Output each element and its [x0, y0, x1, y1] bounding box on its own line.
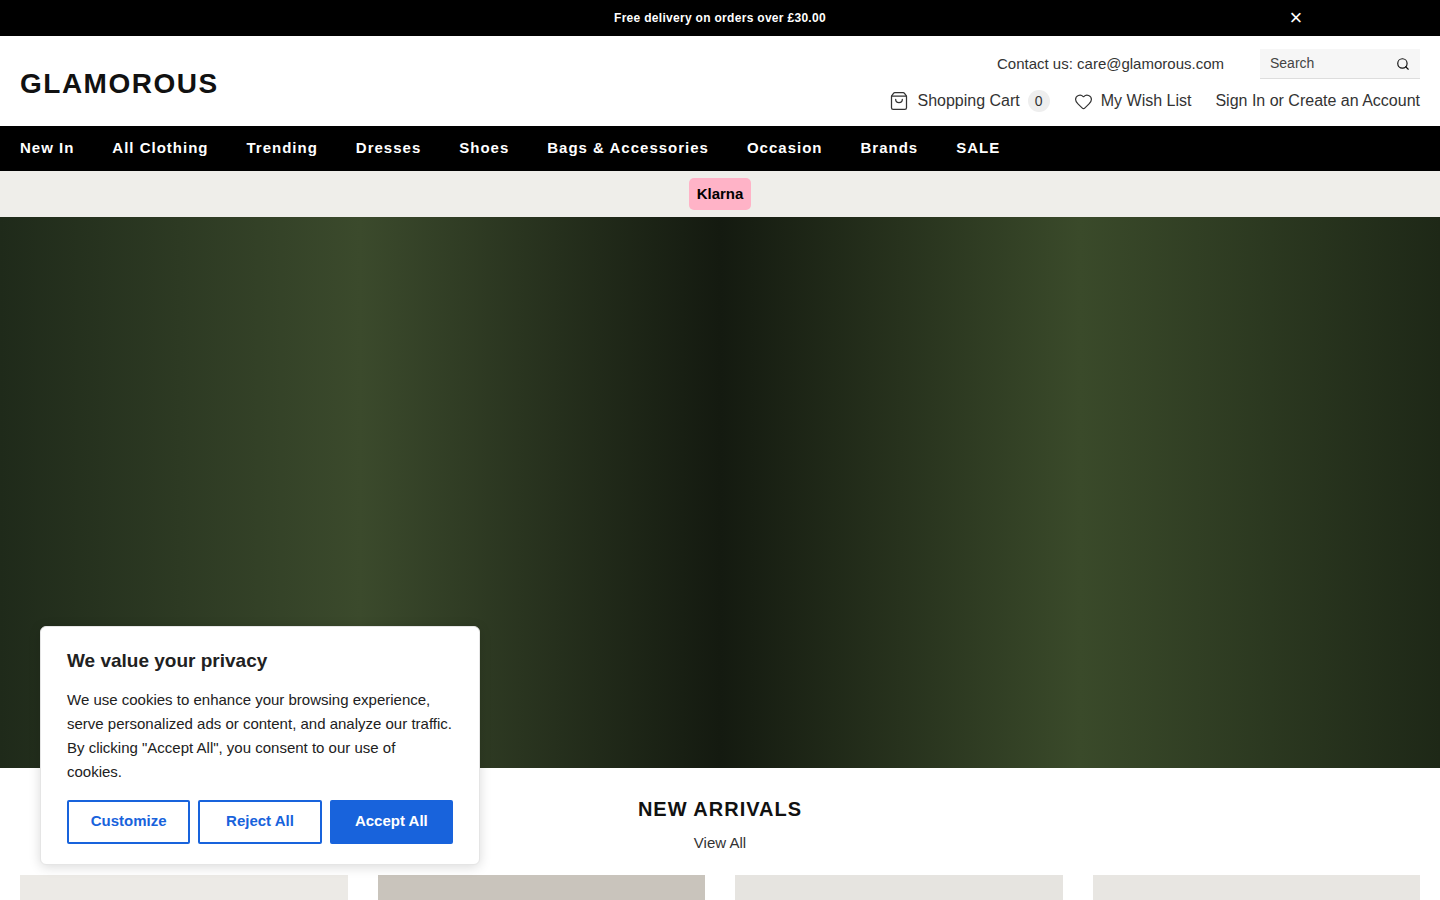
cookie-body: We use cookies to enhance your browsing …	[67, 688, 453, 784]
wishlist-link[interactable]: My Wish List	[1074, 89, 1192, 113]
klarna-badge[interactable]: Klarna	[689, 178, 752, 211]
nav-item[interactable]: Shoes	[459, 137, 509, 160]
close-button[interactable]: ×	[1284, 6, 1308, 30]
account-link[interactable]: Sign In or Create an Account	[1215, 89, 1420, 113]
main-nav: New In All Clothing Trending Dresses Shoes Ba…	[0, 126, 1440, 171]
nav-item[interactable]: Bags & Accessories	[547, 137, 709, 160]
nav-item[interactable]: Trending	[247, 137, 318, 160]
search-icon[interactable]	[1396, 57, 1410, 71]
heart-icon	[1074, 92, 1093, 111]
view-all-link[interactable]: View All	[694, 832, 746, 855]
page: Free delivery on orders over £30.00 × GLAM…	[0, 0, 1440, 900]
cookie-button[interactable]: Customize	[67, 800, 190, 844]
cart-link[interactable]: Shopping Cart0	[889, 89, 1049, 113]
nav-item[interactable]: New In	[20, 137, 74, 160]
bag-icon	[889, 91, 909, 111]
header: GLAMOROUS Contact us: care@glamorous.com S…	[0, 36, 1440, 126]
cookie-banner: We value your privacy We use cookies to e…	[40, 626, 480, 865]
cookie-button[interactable]: Reject All	[198, 800, 321, 844]
nav-item[interactable]: All Clothing	[112, 137, 208, 160]
nav-item[interactable]: Brands	[860, 137, 918, 160]
cookie-button[interactable]: Accept All	[330, 800, 453, 844]
search-input[interactable]	[1270, 53, 1396, 74]
announcement-text: Free delivery on orders over £30.00	[614, 9, 826, 27]
announcement-bar: Free delivery on orders over £30.00 ×	[0, 0, 1440, 36]
product-card[interactable]	[735, 875, 1063, 900]
cookie-title: We value your privacy	[67, 647, 453, 676]
section-title: NEW ARRIVALS	[638, 794, 802, 824]
product-card[interactable]	[1093, 875, 1421, 900]
nav-item[interactable]: Occasion	[747, 137, 823, 160]
product-card[interactable]	[20, 875, 348, 900]
nav-item[interactable]: SALE	[956, 137, 1000, 160]
cart-count: 0	[1028, 90, 1050, 112]
promo-strip: Klarna	[0, 171, 1440, 217]
search-field[interactable]	[1260, 49, 1420, 79]
product-card[interactable]	[378, 875, 706, 900]
logo[interactable]: GLAMOROUS	[20, 63, 219, 105]
contact-link[interactable]: Contact us: care@glamorous.com	[997, 53, 1224, 76]
nav-item[interactable]: Dresses	[356, 137, 421, 160]
